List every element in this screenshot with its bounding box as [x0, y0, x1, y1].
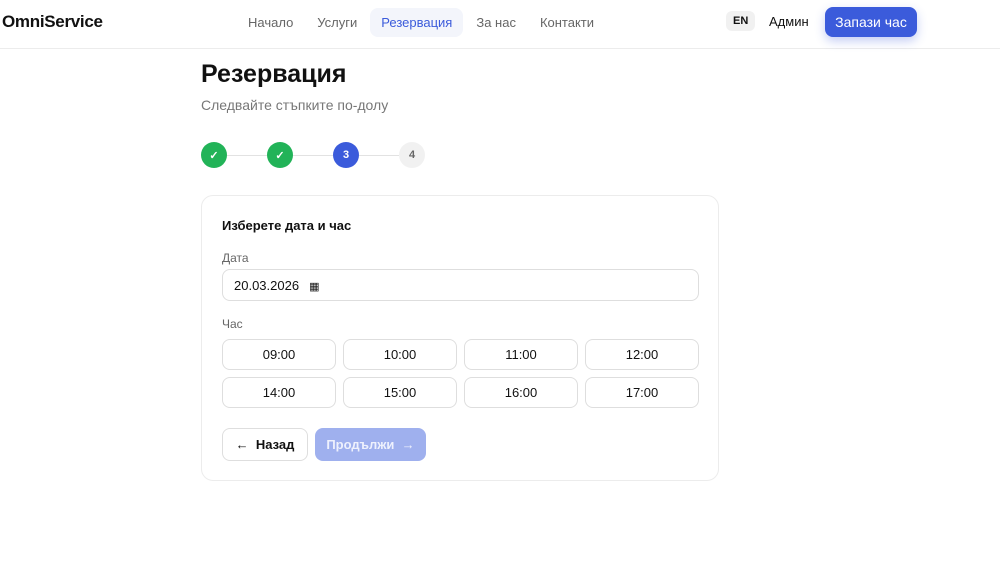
step-connector	[359, 154, 399, 156]
page-title: Резервация	[201, 60, 347, 88]
time-slot[interactable]: 15:00	[343, 377, 457, 408]
time-slot[interactable]: 17:00	[585, 377, 699, 408]
header: OmniService Начало Услуги Резервация За …	[0, 0, 1000, 49]
main-nav: Начало Услуги Резервация За нас Контакти	[237, 8, 605, 37]
book-button[interactable]: Запази час	[825, 7, 917, 37]
stepper: ✓ ✓ 3 4	[201, 142, 425, 168]
nav-contacts[interactable]: Контакти	[529, 8, 605, 37]
nav-services[interactable]: Услуги	[306, 8, 368, 37]
step-connector	[293, 154, 333, 156]
date-input[interactable]: 20.03.2026 ▦	[222, 269, 699, 301]
continue-button[interactable]: Продължи →	[315, 428, 426, 461]
booking-card: Изберете дата и час Дата 20.03.2026 ▦ Час…	[201, 195, 719, 481]
nav-about[interactable]: За нас	[465, 8, 527, 37]
step-4: 4	[399, 142, 425, 168]
step-connector	[227, 154, 267, 156]
time-slot[interactable]: 10:00	[343, 339, 457, 370]
back-button[interactable]: ← Назад	[222, 428, 308, 461]
calendar-icon[interactable]: ▦	[309, 280, 319, 293]
step-3: 3	[333, 142, 359, 168]
step-1-check-icon: ✓	[201, 142, 227, 168]
page-subtitle: Следвайте стъпките по-долу	[201, 97, 389, 113]
date-value: 20.03.2026	[234, 278, 300, 293]
time-label: Час	[222, 317, 243, 331]
arrow-left-icon: ←	[235, 437, 256, 452]
card-title: Изберете дата и час	[222, 218, 352, 233]
arrow-right-icon: →	[394, 437, 415, 452]
language-toggle[interactable]: EN	[726, 11, 756, 31]
nav-home[interactable]: Начало	[237, 8, 304, 37]
back-label: Назад	[255, 437, 295, 452]
step-2-check-icon: ✓	[267, 142, 293, 168]
time-slot[interactable]: 16:00	[464, 377, 578, 408]
nav-booking[interactable]: Резервация	[370, 8, 464, 37]
continue-label: Продължи	[326, 437, 395, 452]
time-slot[interactable]: 12:00	[585, 339, 699, 370]
logo[interactable]: OmniService	[2, 12, 103, 32]
time-slots: 09:00 10:00 11:00 12:00 14:00 15:00 16:0…	[222, 339, 699, 408]
time-slot[interactable]: 09:00	[222, 339, 336, 370]
time-slot[interactable]: 14:00	[222, 377, 336, 408]
time-slot[interactable]: 11:00	[464, 339, 578, 370]
date-label: Дата	[222, 251, 249, 265]
admin-link[interactable]: Админ	[769, 14, 809, 29]
